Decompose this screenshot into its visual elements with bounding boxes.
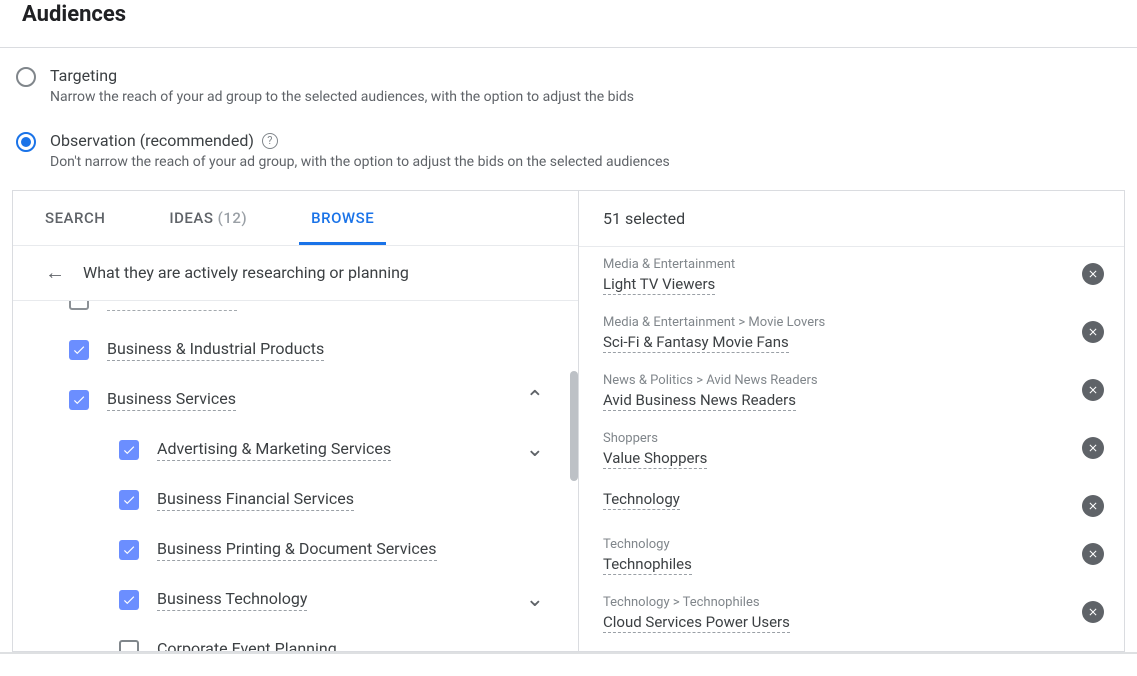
chevron-down-icon[interactable]: ⌄ (526, 589, 544, 611)
browse-column: SEARCH IDEAS (12) BROWSE ← What they are… (13, 191, 579, 651)
chevron-up-icon[interactable]: ⌃ (526, 389, 544, 411)
checkbox[interactable] (69, 390, 89, 410)
selected-name: Value Shoppers (603, 449, 707, 469)
selected-item: News & Politics > Avid News Readers Avid … (579, 363, 1124, 421)
remove-button[interactable] (1082, 437, 1104, 459)
list-item[interactable]: Business Printing & Document Services (13, 525, 578, 575)
checkbox[interactable] (119, 640, 139, 651)
selected-item: Shoppers Value Shoppers (579, 421, 1124, 479)
observation-label: Observation (recommended) (50, 131, 254, 150)
list-item[interactable]: Corporate Event Planning (13, 625, 578, 651)
breadcrumb-row: ← What they are actively researching or … (13, 245, 578, 301)
item-label: Business & Industrial Products (107, 339, 324, 361)
selected-item: Media & Entertainment > Movie Lovers Sci-… (579, 305, 1124, 363)
help-icon[interactable]: ? (262, 133, 278, 149)
remove-button[interactable] (1082, 543, 1104, 565)
selected-item: Technology Technophiles (579, 527, 1124, 585)
targeting-label: Targeting (50, 66, 1121, 85)
list-item[interactable]: Business Technology ⌄ (13, 575, 578, 625)
selected-path: Technology > Technophiles (603, 595, 790, 610)
selected-path: Media & Entertainment > Movie Lovers (603, 315, 825, 330)
remove-button[interactable] (1082, 321, 1104, 343)
checkbox[interactable] (69, 301, 89, 310)
selected-name: Sci-Fi & Fantasy Movie Fans (603, 333, 789, 353)
item-label (107, 301, 237, 311)
browse-list: Business & Industrial Products Business S… (13, 301, 578, 651)
item-label: Business Printing & Document Services (157, 539, 437, 561)
targeting-option[interactable]: Targeting Narrow the reach of your ad gr… (16, 66, 1121, 105)
remove-button[interactable] (1082, 495, 1104, 517)
list-item[interactable] (13, 301, 578, 325)
targeting-desc: Narrow the reach of your ad group to the… (50, 89, 1121, 105)
tab-ideas-count: (12) (218, 209, 248, 227)
selected-header: 51 selected (579, 191, 1124, 247)
selected-name: Cloud Services Power Users (603, 613, 790, 633)
item-label: Business Technology (157, 589, 307, 611)
selected-path: News & Politics > Avid News Readers (603, 373, 818, 388)
item-label: Business Financial Services (157, 489, 354, 511)
tab-ideas-label: IDEAS (169, 209, 213, 227)
back-arrow-icon[interactable]: ← (45, 262, 65, 282)
selected-item: Technology (579, 479, 1124, 527)
breadcrumb: What they are actively researching or pl… (83, 263, 409, 282)
item-label: Business Services (107, 389, 236, 411)
remove-button[interactable] (1082, 601, 1104, 623)
selected-path: Media & Entertainment (603, 257, 735, 272)
list-item[interactable]: Business & Industrial Products (13, 325, 578, 375)
selected-name: Technology (603, 490, 680, 510)
list-item[interactable]: Business Services ⌃ (13, 375, 578, 425)
targeting-options: Targeting Narrow the reach of your ad gr… (0, 48, 1137, 190)
checkbox[interactable] (119, 540, 139, 560)
radio-icon (16, 67, 36, 87)
selected-path: Shoppers (603, 431, 707, 446)
selected-item: Media & Entertainment Light TV Viewers (579, 247, 1124, 305)
selected-path: Technology (603, 537, 692, 552)
page-title: Audiences (0, 0, 1137, 47)
list-item[interactable]: Advertising & Marketing Services ⌄ (13, 425, 578, 475)
checkbox[interactable] (119, 440, 139, 460)
selected-name: Avid Business News Readers (603, 391, 796, 411)
item-label: Corporate Event Planning (157, 639, 337, 651)
observation-option[interactable]: Observation (recommended) ? Don't narrow… (16, 131, 1121, 170)
list-item[interactable]: Business Financial Services (13, 475, 578, 525)
remove-button[interactable] (1082, 263, 1104, 285)
audience-panel: SEARCH IDEAS (12) BROWSE ← What they are… (12, 190, 1125, 652)
scrollbar-thumb[interactable] (570, 371, 578, 481)
selected-name: Technophiles (603, 555, 692, 575)
observation-desc: Don't narrow the reach of your ad group,… (50, 154, 1121, 170)
selected-item: Technology > Technophiles Cloud Services … (579, 585, 1124, 643)
checkbox[interactable] (69, 340, 89, 360)
selected-list: Media & EntertainmentLight TV ViewersMed… (579, 247, 1124, 651)
tabs: SEARCH IDEAS (12) BROWSE (13, 191, 578, 245)
item-label: Advertising & Marketing Services (157, 439, 391, 461)
checkbox[interactable] (119, 590, 139, 610)
bottom-shadow (0, 652, 1137, 654)
checkbox[interactable] (119, 490, 139, 510)
tab-browse[interactable]: BROWSE (279, 191, 406, 245)
remove-button[interactable] (1082, 379, 1104, 401)
tab-ideas[interactable]: IDEAS (12) (137, 191, 279, 245)
tab-search[interactable]: SEARCH (13, 191, 137, 245)
selected-column: 51 selected Media & Entertainment Light T… (579, 191, 1124, 651)
radio-icon (16, 132, 36, 152)
selected-name: Light TV Viewers (603, 275, 715, 295)
chevron-down-icon[interactable]: ⌄ (526, 439, 544, 461)
